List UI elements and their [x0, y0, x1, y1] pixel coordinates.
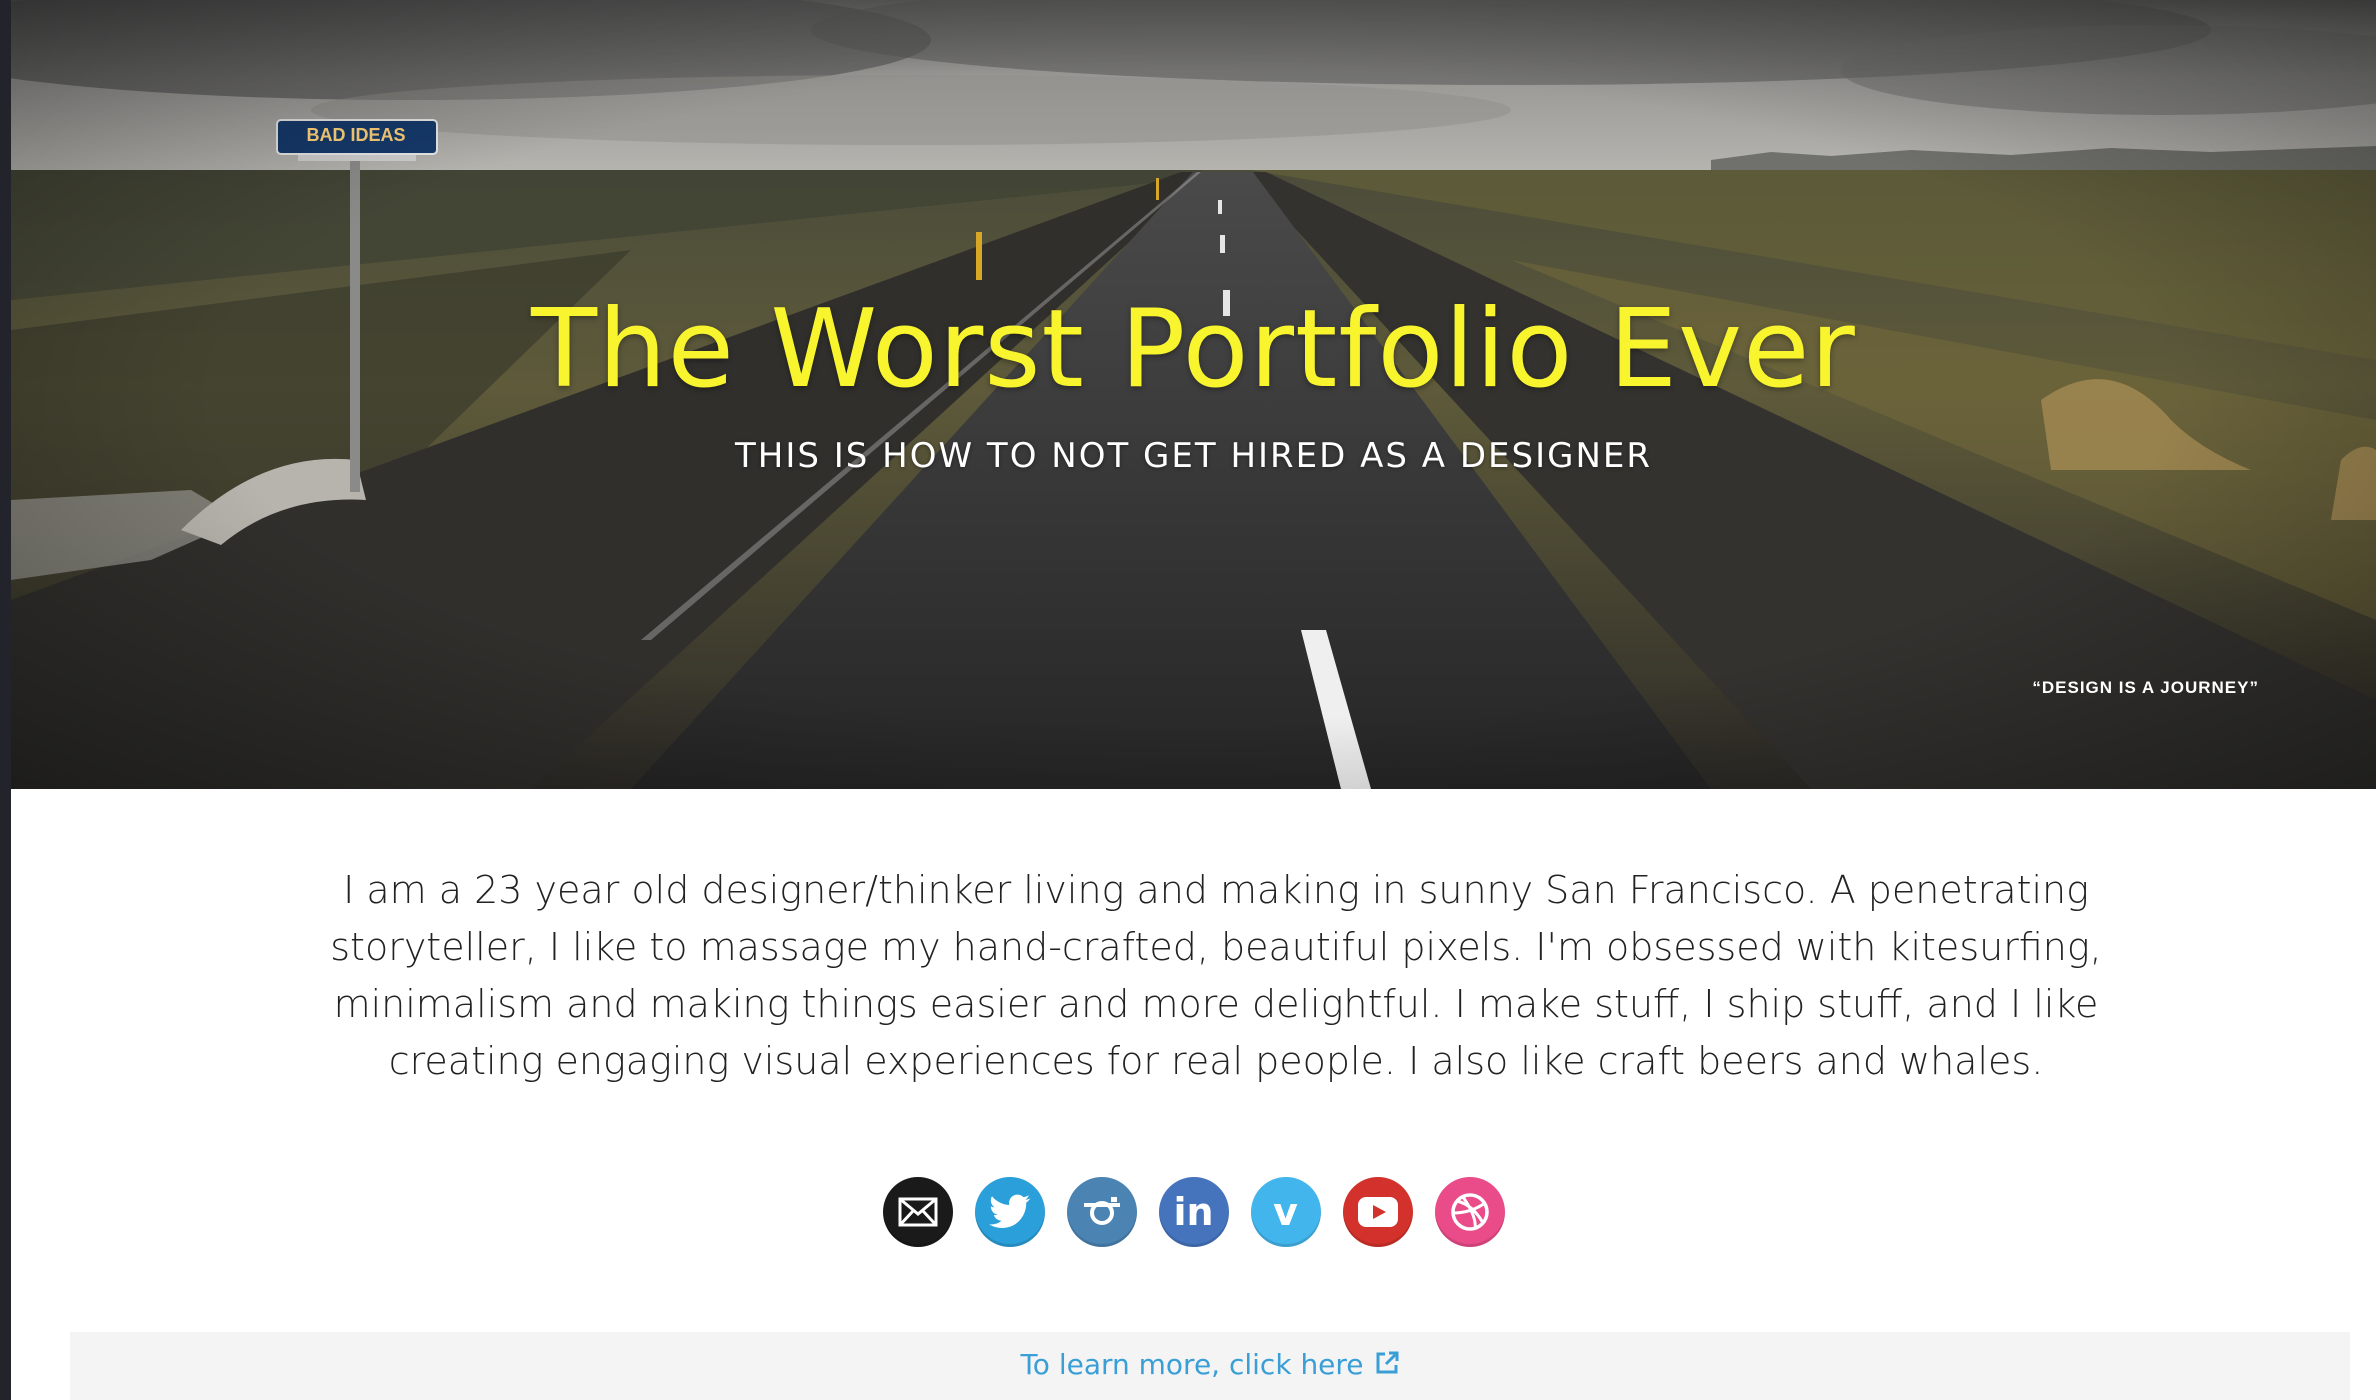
sign-label: BAD IDEAS — [306, 125, 406, 145]
twitter-button[interactable] — [974, 1177, 1045, 1247]
learn-more-bar: To learn more, click here — [70, 1332, 2350, 1400]
vimeo-button[interactable]: v — [1250, 1177, 1321, 1247]
youtube-button[interactable] — [1342, 1177, 1413, 1247]
learn-more-link[interactable]: To learn more, click here — [1020, 1348, 1399, 1381]
hero-banner: BAD IDEAS The Worst Portfolio Ever THIS … — [11, 0, 2376, 789]
mail-button[interactable] — [882, 1177, 953, 1247]
linkedin-icon: in — [1173, 1190, 1214, 1234]
linkedin-button[interactable]: in — [1158, 1177, 1229, 1247]
social-links: in v — [11, 1177, 2376, 1247]
page-subtitle: THIS IS HOW TO NOT GET HIRED AS A DESIGN… — [735, 436, 1652, 476]
mail-icon — [898, 1197, 938, 1227]
vimeo-icon: v — [1273, 1190, 1298, 1234]
portfolio-page: BAD IDEAS The Worst Portfolio Ever THIS … — [11, 0, 2376, 1400]
learn-more-label: To learn more, click here — [1020, 1348, 1364, 1381]
dribbble-icon — [1449, 1191, 1491, 1233]
dribbble-button[interactable] — [1434, 1177, 1505, 1247]
instagram-button[interactable] — [1066, 1177, 1137, 1247]
youtube-icon — [1357, 1196, 1399, 1228]
instagram-icon — [1081, 1193, 1123, 1231]
external-link-icon — [1364, 1348, 1400, 1381]
bio-paragraph: I am a 23 year old designer/thinker livi… — [330, 868, 2102, 1083]
window-edge — [0, 0, 11, 1400]
image-caption: “DESIGN IS A JOURNEY” — [2032, 678, 2259, 697]
page-title: The Worst Portfolio Ever — [531, 287, 1856, 412]
twitter-icon — [988, 1194, 1031, 1230]
